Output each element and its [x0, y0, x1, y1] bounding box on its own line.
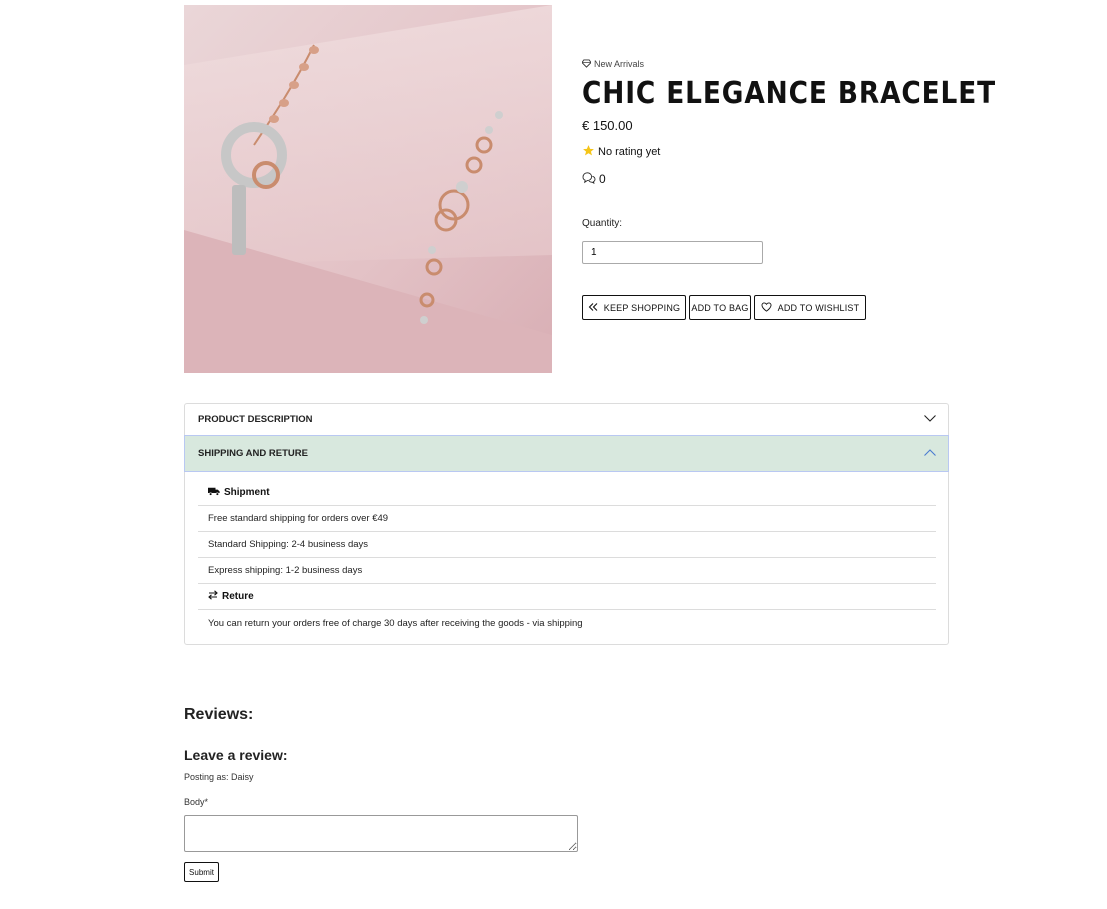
shipping-return-panel: Shipment Free standard shipping for orde… [185, 471, 948, 644]
product-info: New Arrivals CHIC ELEGANCE BRACELET € 15… [581, 58, 997, 187]
shipment-line: Standard Shipping: 2-4 business days [198, 532, 936, 558]
product-description-label: PRODUCT DESCRIPTION [198, 414, 313, 425]
return-heading-label: Reture [222, 591, 254, 602]
keep-shopping-label: KEEP SHOPPING [603, 302, 681, 313]
review-body-label: Body* [184, 797, 209, 807]
shipment-line: Free standard shipping for orders over €… [198, 506, 936, 532]
shipment-heading-label: Shipment [224, 487, 270, 498]
quantity-label: Quantity: [582, 218, 623, 229]
review-body-textarea[interactable] [184, 815, 578, 852]
comment-count[interactable]: 0 [582, 171, 982, 187]
star-icon [582, 144, 595, 160]
add-to-bag-button[interactable]: ADD TO BAG [689, 295, 751, 320]
quantity-input[interactable] [582, 241, 763, 264]
chevron-up-icon [924, 448, 936, 459]
double-chevron-left-icon [588, 302, 598, 313]
return-heading: Reture [198, 584, 936, 610]
reviews-title: Reviews: [184, 706, 254, 723]
add-to-wishlist-label: ADD TO WISHLIST [777, 302, 860, 313]
shipment-heading: Shipment [198, 480, 936, 506]
product-description-toggle[interactable]: PRODUCT DESCRIPTION [185, 404, 948, 436]
comment-count-value: 0 [599, 172, 606, 186]
shipment-line: Express shipping: 1-2 business days [198, 558, 936, 584]
product-rating: No rating yet [582, 145, 982, 159]
add-to-bag-label: ADD TO BAG [691, 302, 749, 313]
return-line: You can return your orders free of charg… [208, 617, 583, 629]
keep-shopping-button[interactable]: KEEP SHOPPING [582, 295, 686, 320]
product-image [184, 5, 552, 373]
shipping-return-label: SHIPPING AND RETURE [198, 448, 308, 459]
shipping-return-toggle[interactable]: SHIPPING AND RETURE [184, 435, 949, 472]
exchange-icon [208, 590, 218, 603]
heart-icon [761, 301, 772, 314]
gem-icon [581, 58, 592, 70]
truck-icon [208, 487, 220, 499]
comments-icon [582, 171, 596, 187]
product-accordion: PRODUCT DESCRIPTION SHIPPING AND RETURE … [184, 403, 949, 645]
posting-as: Posting as: Daisy [184, 772, 254, 782]
product-title: CHIC ELEGANCE BRACELET [582, 76, 997, 111]
add-to-wishlist-button[interactable]: ADD TO WISHLIST [754, 295, 866, 320]
chevron-down-icon [924, 414, 936, 425]
product-price: € 150.00 [582, 118, 633, 133]
leave-review-title: Leave a review: [184, 747, 288, 763]
submit-review-button[interactable]: Submit [184, 862, 219, 882]
category-label: New Arrivals [594, 59, 645, 69]
product-category[interactable]: New Arrivals [581, 58, 982, 70]
rating-text: No rating yet [598, 146, 661, 158]
